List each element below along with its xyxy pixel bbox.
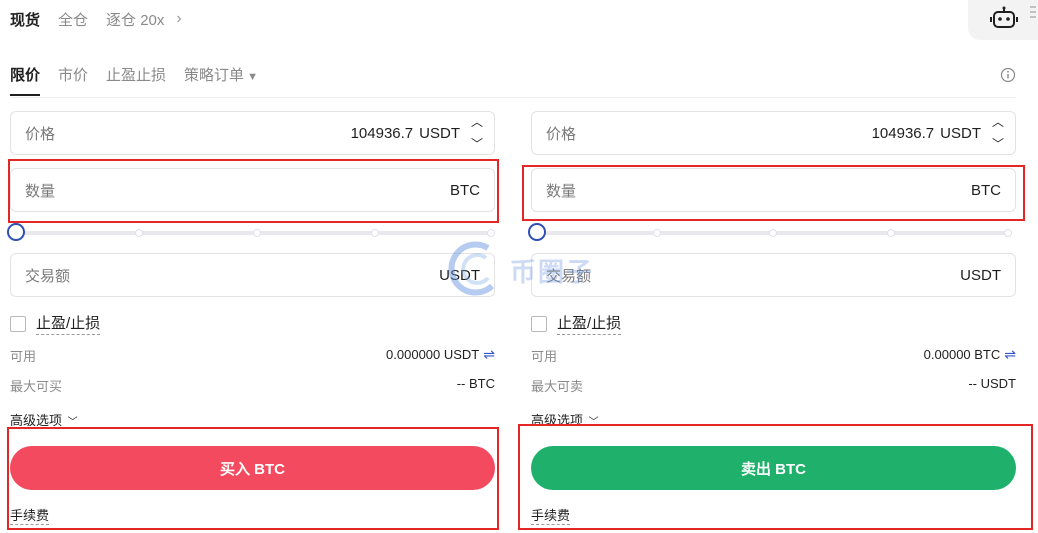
slider-tick[interactable] (653, 229, 661, 237)
buy-max-value: -- BTC (456, 376, 495, 391)
swap-icon[interactable]: ⇌ (1004, 346, 1016, 362)
slider-tick[interactable] (371, 229, 379, 237)
sell-available-label: 可用 (531, 349, 558, 364)
slider-tick[interactable] (887, 229, 895, 237)
slider-tick[interactable] (135, 229, 143, 237)
sell-total-unit: USDT (960, 266, 1001, 284)
sell-available-row: 可用 0.00000 BTC ⇌ (531, 346, 1016, 365)
buy-quantity-label: 数量 (25, 182, 56, 200)
chevron-up-icon[interactable]: ︿ (466, 112, 488, 132)
chevron-down-icon: ﹀ (588, 417, 599, 428)
tab-cross[interactable]: 全仓 (58, 9, 88, 30)
order-type-tabs: 限价 市价 止盈止损 策略订单 ▼ (10, 64, 258, 96)
margin-mode-tabs: 现货 全仓 逐仓 20x › (10, 8, 182, 30)
slider-tick[interactable] (769, 229, 777, 237)
tabs-divider (10, 97, 1016, 98)
buy-total-field[interactable]: 交易额 USDT (10, 253, 495, 297)
sell-max-value: -- USDT (968, 376, 1016, 391)
tab-strategy-label: 策略订单 (184, 67, 245, 84)
sell-btc-button[interactable]: 卖出 BTC (531, 446, 1016, 490)
caret-down-icon: ▼ (247, 71, 258, 83)
buy-max-row: 最大可买 -- BTC (10, 376, 495, 395)
sell-price-stepper: ︿ ﹀ (987, 112, 1009, 154)
buy-max-label: 最大可买 (10, 379, 63, 394)
buy-quantity-field[interactable]: 数量 BTC (10, 168, 495, 212)
more-icon[interactable] (1030, 4, 1036, 20)
slider-thumb[interactable] (528, 223, 546, 241)
buy-fee-link[interactable]: 手续费 (10, 505, 50, 525)
sell-quantity-label: 数量 (546, 182, 577, 200)
buy-tpsl-label: 止盈/止损 (36, 312, 101, 335)
sell-tpsl-row[interactable]: 止盈/止损 (531, 312, 622, 335)
buy-price-field[interactable]: 价格 104936.7 USDT ︿ ﹀ (10, 111, 495, 155)
tab-tpsl[interactable]: 止盈止损 (106, 64, 166, 96)
sell-max-row: 最大可卖 -- USDT (531, 376, 1016, 395)
buy-available-value: 0.000000 USDT (386, 347, 480, 362)
sell-price-unit: USDT (940, 124, 981, 142)
buy-price-value[interactable]: 104936.7 (351, 125, 414, 142)
sell-amount-slider[interactable] (528, 223, 1016, 243)
sell-max-label: 最大可卖 (531, 379, 584, 394)
buy-advanced-label: 高级选项 (10, 413, 63, 428)
sell-advanced-label: 高级选项 (531, 413, 584, 428)
sell-quantity-field[interactable]: 数量 BTC (531, 168, 1016, 212)
watermark-logo (448, 241, 495, 296)
info-icon[interactable] (1000, 67, 1016, 83)
chevron-down-icon: ﹀ (67, 417, 78, 428)
sell-tpsl-label: 止盈/止损 (557, 312, 622, 335)
tab-isolated[interactable]: 逐仓 20x (106, 9, 164, 30)
sell-total-field[interactable]: 交易额 USDT (531, 253, 1016, 297)
tab-spot[interactable]: 现货 (10, 9, 40, 30)
robot-icon[interactable] (990, 6, 1018, 30)
sell-total-label: 交易额 (546, 267, 592, 285)
buy-tpsl-row[interactable]: 止盈/止损 (10, 312, 101, 335)
buy-available-value-wrap: 0.000000 USDT ⇌ (386, 346, 495, 365)
buy-amount-slider[interactable] (7, 223, 495, 243)
chevron-down-icon[interactable]: ﹀ (466, 134, 488, 154)
watermark-text: 币圈子 (510, 257, 595, 287)
sell-quantity-unit: BTC (971, 181, 1001, 199)
chevron-right-icon[interactable]: › (176, 10, 181, 28)
sell-fee-link[interactable]: 手续费 (531, 505, 571, 525)
sell-available-value-wrap: 0.00000 BTC ⇌ (924, 346, 1016, 365)
buy-quantity-unit: BTC (450, 181, 480, 199)
tab-market[interactable]: 市价 (58, 64, 88, 96)
sell-price-value[interactable]: 104936.7 (872, 125, 935, 142)
buy-btc-button[interactable]: 买入 BTC (10, 446, 495, 490)
swap-icon[interactable]: ⇌ (483, 346, 495, 362)
tab-strategy[interactable]: 策略订单 ▼ (184, 64, 258, 96)
buy-available-label: 可用 (10, 349, 37, 364)
sell-available-value: 0.00000 BTC (923, 347, 1001, 362)
slider-thumb[interactable] (7, 223, 25, 241)
buy-fee-label: 手续费 (10, 508, 50, 525)
chevron-down-icon[interactable]: ﹀ (987, 134, 1009, 154)
buy-price-stepper: ︿ ﹀ (466, 112, 488, 154)
buy-available-row: 可用 0.000000 USDT ⇌ (10, 346, 495, 365)
sell-price-field[interactable]: 价格 104936.7 USDT ︿ ﹀ (531, 111, 1016, 155)
sell-price-label: 价格 (546, 125, 577, 143)
sell-fee-label: 手续费 (531, 508, 571, 525)
sell-tpsl-checkbox[interactable] (531, 315, 547, 332)
slider-tick[interactable] (253, 229, 261, 237)
slider-tick[interactable] (1004, 229, 1012, 237)
buy-total-label: 交易额 (25, 267, 71, 285)
buy-price-unit: USDT (419, 124, 460, 142)
chevron-up-icon[interactable]: ︿ (987, 112, 1009, 132)
tab-limit[interactable]: 限价 (10, 64, 41, 96)
sell-advanced-options[interactable]: 高级选项 ﹀ (531, 410, 599, 429)
buy-price-label: 价格 (25, 125, 56, 143)
buy-advanced-options[interactable]: 高级选项 ﹀ (10, 410, 78, 429)
slider-tick[interactable] (487, 229, 495, 237)
buy-tpsl-checkbox[interactable] (10, 315, 26, 332)
